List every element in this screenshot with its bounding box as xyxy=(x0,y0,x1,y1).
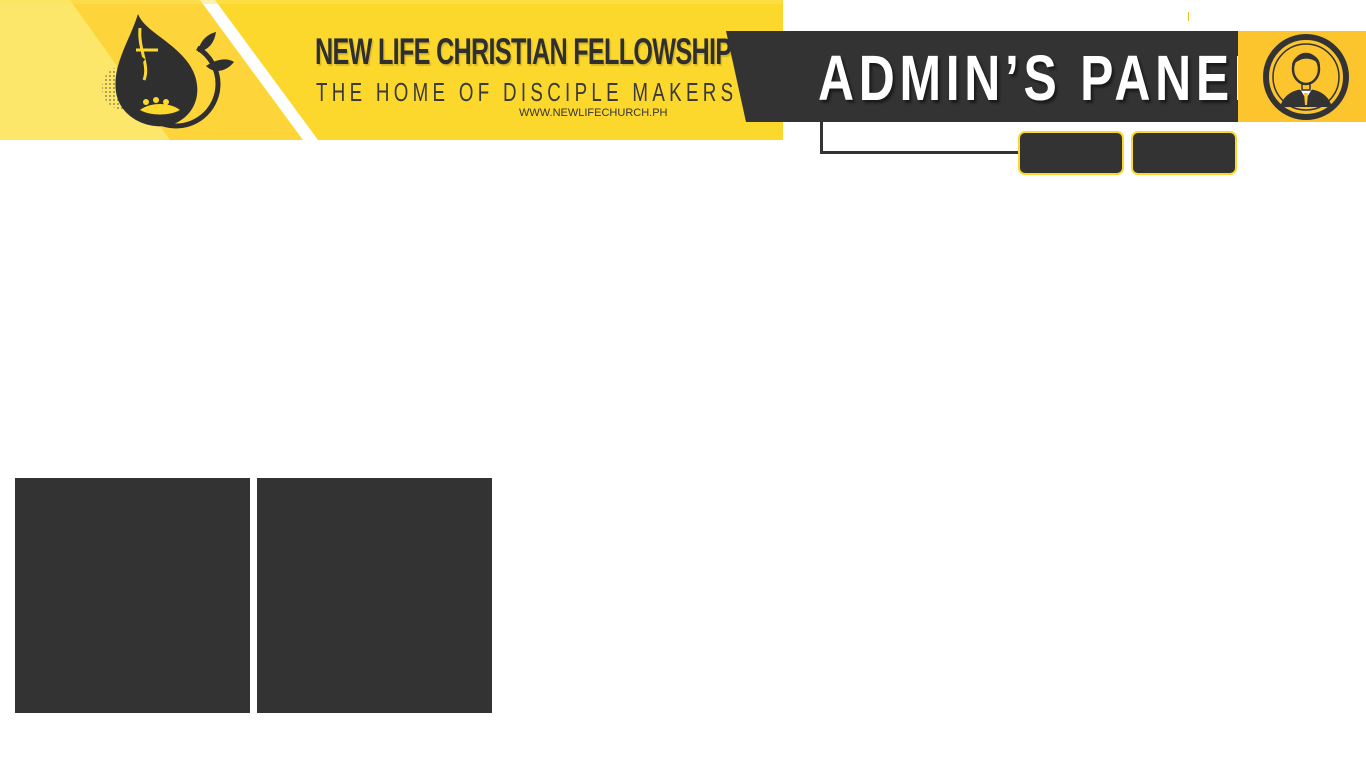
flame-leaf-logo-icon xyxy=(102,14,234,129)
brand-header: NEW LIFE CHRISTIAN FELLOWSHIP THE HOME O… xyxy=(0,0,783,140)
top-tick-divider xyxy=(1188,12,1189,21)
nav-button-1[interactable] xyxy=(1018,131,1124,175)
brand-url[interactable]: WWW.NEWLIFECHURCH.PH xyxy=(519,107,668,120)
brand-tagline: THE HOME OF DISCIPLE MAKERS xyxy=(316,77,738,107)
connector-line xyxy=(820,122,1020,154)
dashboard-tile-2[interactable] xyxy=(257,478,492,713)
nav-button-2[interactable] xyxy=(1131,131,1237,175)
brand-title: NEW LIFE CHRISTIAN FELLOWSHIP xyxy=(315,31,732,72)
user-avatar-icon[interactable] xyxy=(1262,33,1350,121)
admin-title: ADMIN’S PANEL xyxy=(818,42,1269,114)
dashboard-tile-1[interactable] xyxy=(15,478,250,713)
